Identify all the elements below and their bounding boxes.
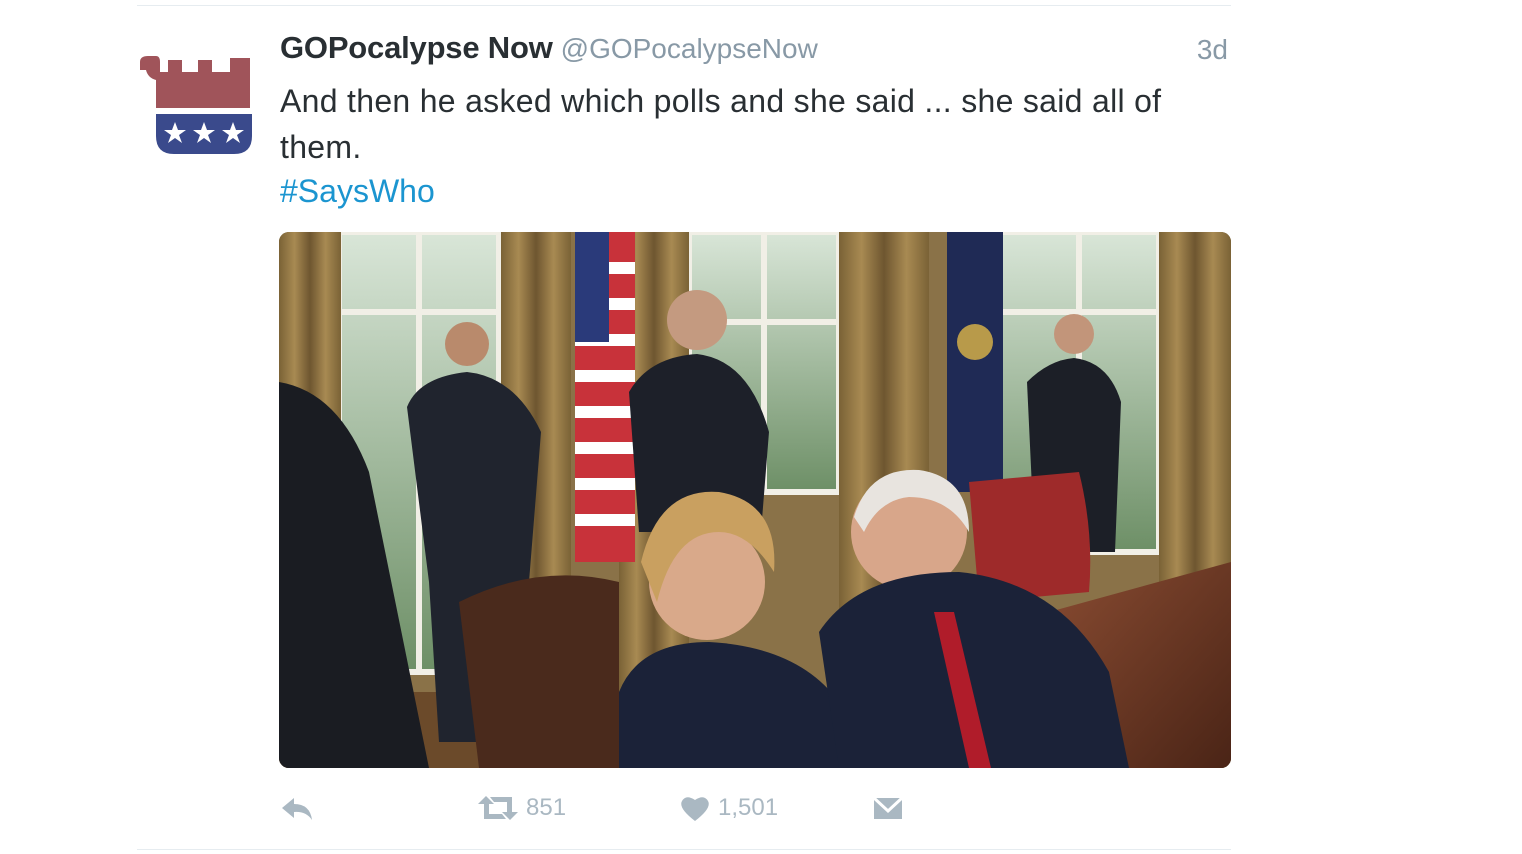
tweet-top-divider [137, 5, 1231, 6]
photo-illustration [279, 232, 1231, 768]
gop-elephant-logo-icon [140, 56, 252, 154]
tweet-actions: 851 1,501 [0, 788, 1522, 828]
avatar[interactable] [138, 52, 256, 158]
heart-icon [681, 797, 709, 821]
reply-button[interactable] [280, 788, 314, 828]
display-name[interactable]: GOPocalypse Now [280, 30, 553, 65]
envelope-icon [873, 796, 903, 819]
tweet-header: GOPocalypse Now @GOPocalypseNow 3d [280, 30, 1230, 74]
reply-icon [282, 798, 312, 820]
like-count: 1,501 [718, 794, 779, 821]
retweet-count: 851 [526, 794, 567, 821]
user-handle[interactable]: @GOPocalypseNow [561, 33, 818, 64]
tweet-photo[interactable] [279, 232, 1231, 768]
retweet-button[interactable]: 851 [478, 788, 566, 828]
tweet-timestamp[interactable]: 3d [1197, 34, 1228, 66]
retweet-icon [478, 796, 518, 820]
hashtag-link[interactable]: #SaysWho [280, 168, 435, 214]
like-button[interactable]: 1,501 [680, 788, 778, 828]
tweet-bottom-divider [137, 849, 1231, 850]
tweet-text: And then he asked which polls and she sa… [280, 83, 1162, 165]
direct-message-button[interactable] [873, 788, 903, 828]
